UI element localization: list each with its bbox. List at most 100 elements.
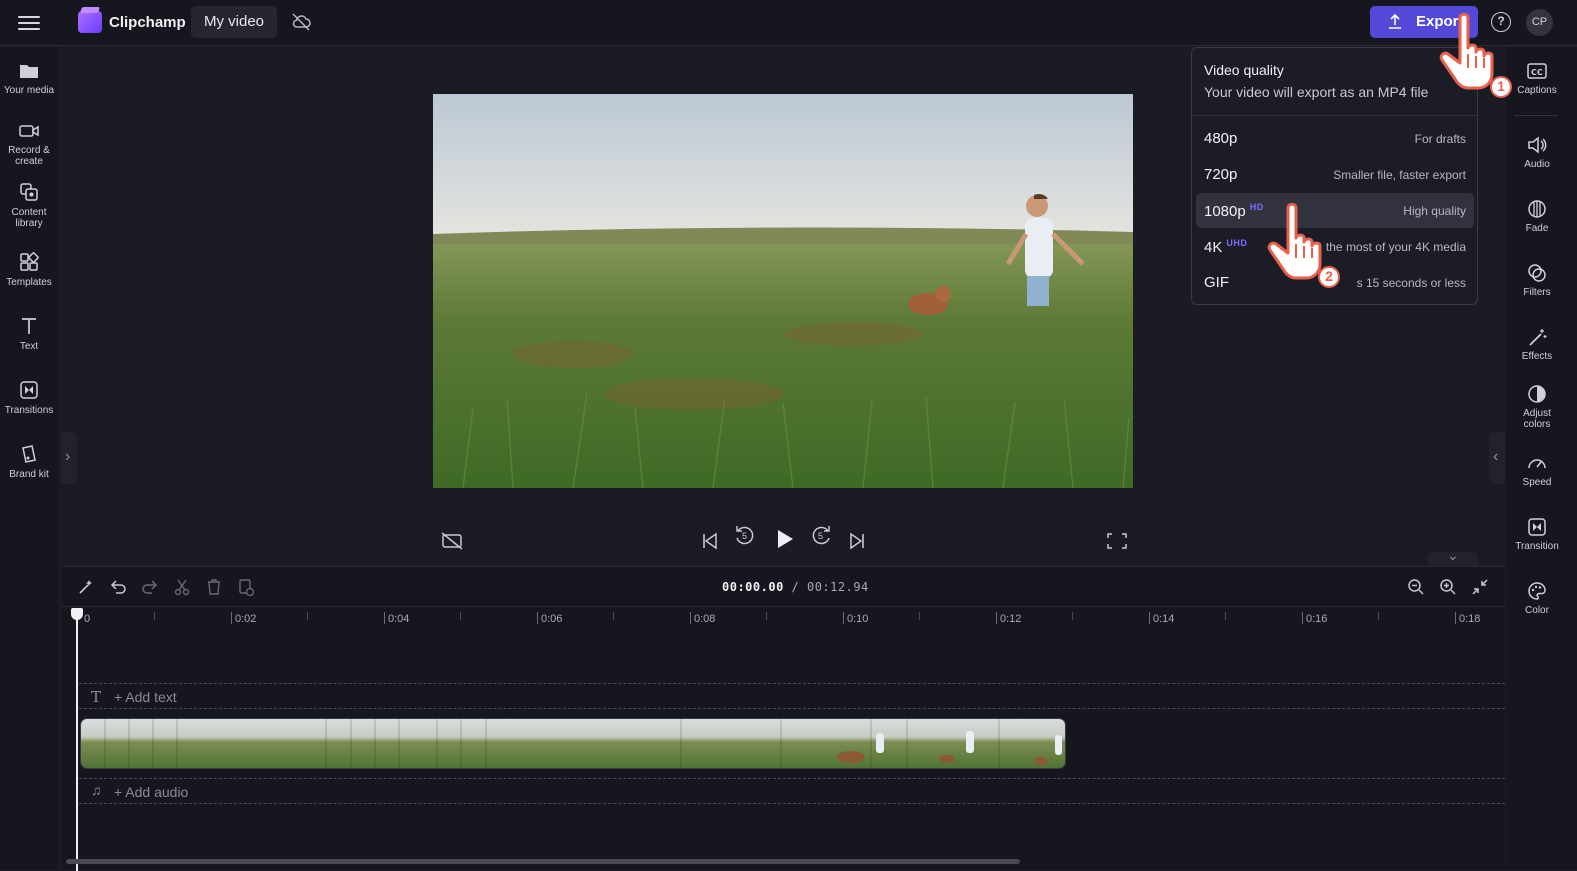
sidebar-item-text[interactable]: Text [0,315,58,352]
sidebar-item-transitions[interactable]: Transitions [0,379,58,416]
brand-kit-icon [22,445,36,463]
option-description: s 15 seconds or less [1356,276,1466,290]
library-icon [20,183,38,201]
sidebar-item-speed[interactable]: Speed [1506,453,1568,488]
sidebar-item-captions[interactable]: CC Captions [1506,61,1568,96]
forward-5-button[interactable]: 5 [808,523,834,553]
uhd-badge: UHD [1226,238,1248,248]
ruler-label: 0:08 [694,613,716,625]
ruler-tick [1149,612,1150,624]
sidebar-label: Effects [1521,351,1553,362]
sidebar-label: Audio [1524,159,1550,170]
option-resolution-text: 4K [1204,239,1223,256]
split-scissors-icon[interactable] [172,577,192,597]
ruler-tick [1072,612,1073,620]
option-resolution: 1080p HD [1204,202,1264,220]
hamburger-menu-icon[interactable] [18,12,40,32]
ruler-tick [1225,612,1226,620]
ruler-label: 0:04 [388,613,410,625]
option-description: the most of your 4K media [1325,240,1466,254]
quality-option-480p[interactable]: 480p For drafts [1196,121,1474,156]
duplicate-icon[interactable] [236,577,256,597]
collapse-left-panel-button[interactable] [61,432,77,484]
project-title-input[interactable]: My video [191,6,278,38]
sidebar-label: Brand kit [9,469,49,480]
ruler-tick [307,612,308,620]
annotation-cursor-step-1: 1 [1432,10,1512,100]
ruler-tick [154,612,155,620]
magic-wand-icon [1529,329,1547,346]
add-text-button[interactable]: + Add text [114,689,177,705]
sidebar-item-your-media[interactable]: Your media [0,61,58,96]
timeline-ruler[interactable]: 0 0:02 0:04 0:06 0:08 0:10 0:12 0:14 0:1… [62,608,1505,634]
ruler-tick [384,612,385,624]
timeline-scrollbar[interactable] [66,859,1020,864]
hide-preview-icon[interactable] [440,526,466,556]
zoom-in-icon[interactable] [1438,577,1458,597]
fit-timeline-icon[interactable] [1470,577,1490,597]
music-note-icon: ♫ [91,782,102,798]
svg-text:CC: CC [1531,68,1543,77]
sidebar-item-audio[interactable]: Audio [1506,135,1568,170]
ruler-label: 0:02 [235,613,257,625]
skip-to-start-icon[interactable] [697,526,723,556]
sidebar-label: Adjust colors [1523,408,1551,430]
sidebar-item-brand-kit[interactable]: Brand kit [0,443,58,480]
filters-icon [1528,264,1546,282]
sidebar-label: Speed [1522,477,1552,488]
playhead[interactable] [71,608,83,871]
play-icon[interactable] [771,524,797,554]
sidebar-item-content-library[interactable]: Content library [0,181,58,229]
redo-icon[interactable] [140,577,160,597]
expand-timeline-button[interactable] [1428,547,1478,566]
text-track-icon: T [91,688,102,706]
option-description: Smaller file, faster export [1333,168,1466,182]
add-audio-button[interactable]: + Add audio [114,784,188,800]
sidebar-item-fade[interactable]: Fade [1506,199,1568,234]
rewind-5-button[interactable]: 5 [732,523,758,553]
option-description: High quality [1403,204,1466,218]
fullscreen-icon[interactable] [1104,526,1130,556]
audio-track[interactable]: ♫ + Add audio [79,778,1505,804]
ruler-tick [613,612,614,620]
sidebar-label: Text [19,341,39,352]
folder-icon [20,65,38,78]
annotation-cursor-step-2: 2 [1260,200,1340,290]
collapse-right-panel-button[interactable] [1489,432,1505,484]
palette-icon [1528,582,1546,600]
video-preview[interactable] [433,94,1133,488]
sidebar-item-effects[interactable]: Effects [1506,327,1568,362]
skip-to-end-icon[interactable] [844,526,870,556]
timeline-toolbar: 00:00.00 / 00:12.94 [62,567,1505,607]
ruler-label: 0 [84,613,91,625]
option-description: For drafts [1414,132,1466,146]
delete-icon[interactable] [204,577,224,597]
brand-name: Clipchamp [109,14,186,31]
ruler-tick [460,612,461,620]
user-avatar[interactable]: CP [1526,9,1553,36]
sidebar-label: Fade [1525,223,1549,234]
sidebar-item-adjust-colors[interactable]: Adjust colors [1506,384,1568,430]
cloud-off-icon[interactable] [290,12,312,32]
undo-icon[interactable] [108,577,128,597]
sidebar-item-record-create[interactable]: Record & create [0,121,58,167]
transitions-icon [20,381,38,399]
sidebar-item-color[interactable]: Color [1506,581,1568,616]
captions-icon: CC [1527,63,1547,79]
option-resolution: GIF [1204,274,1229,291]
upload-icon [1389,13,1401,29]
fade-icon [1528,200,1546,218]
sidebar-divider [1514,115,1558,116]
quality-option-720p[interactable]: 720p Smaller file, faster export [1196,157,1474,192]
sidebar-item-filters[interactable]: Filters [1506,263,1568,298]
zoom-out-icon[interactable] [1406,577,1426,597]
menu-divider [1192,115,1477,116]
magic-edit-icon[interactable] [76,577,96,597]
ruler-tick [690,612,691,624]
ruler-label: 0:18 [1459,613,1481,625]
video-clip[interactable] [80,718,1066,769]
sidebar-label: Templates [6,277,52,288]
sidebar-item-templates[interactable]: Templates [0,251,58,288]
text-track[interactable]: T + Add text [79,683,1505,709]
top-bar: Clipchamp My video Export ? CP [0,0,1577,46]
